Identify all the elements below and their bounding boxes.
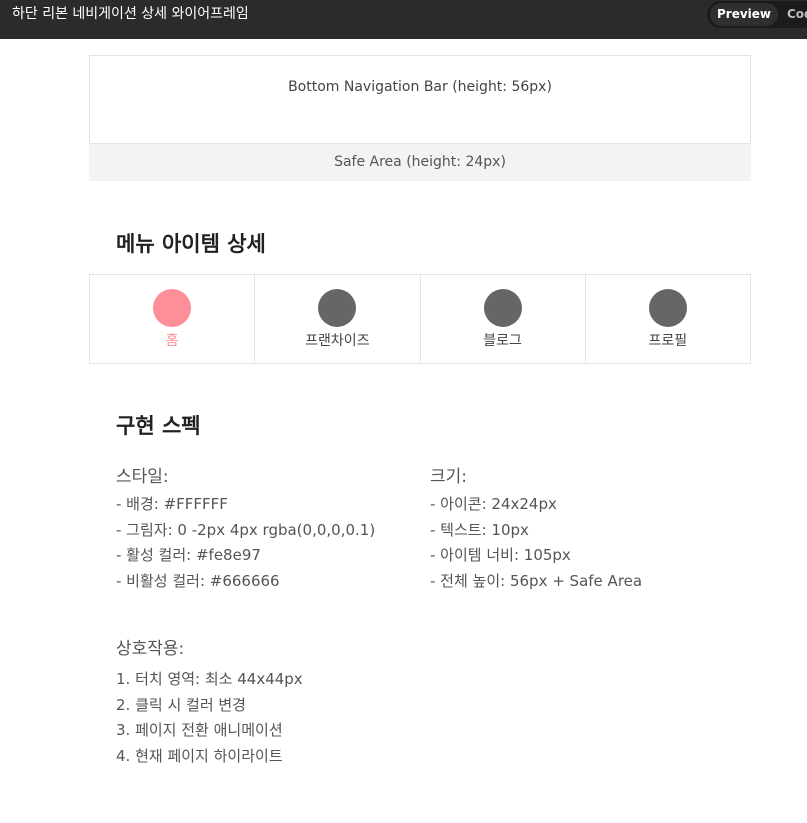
- franchise-icon: [318, 289, 357, 327]
- view-toggle: Preview Code: [707, 1, 807, 28]
- list-item: - 전체 높이: 56px + Safe Area: [430, 571, 643, 590]
- list-item: 4. 현재 페이지 하이라이트: [116, 746, 283, 765]
- spec-section-title: 구현 스펙: [116, 414, 201, 438]
- menu-items-row: 홈 프랜차이즈 블로그 프로필: [89, 274, 751, 364]
- profile-icon: [648, 289, 687, 327]
- window-title: 하단 리본 네비게이션 상세 와이어프레임: [12, 6, 249, 22]
- style-heading: 스타일:: [116, 467, 169, 487]
- style-list: - 배경: #FFFFFF - 그림자: 0 -2px 4px rgba(0,0…: [116, 492, 375, 594]
- list-item: - 활성 컬러: #fe8e97: [116, 546, 261, 564]
- safe-area-wireframe: Safe Area (height: 24px): [89, 144, 751, 181]
- list-item: 3. 페이지 전환 애니메이션: [116, 721, 283, 739]
- interaction-list: 1. 터치 영역: 최소 44x44px 2. 클릭 시 컬러 변경 3. 페이…: [116, 667, 303, 769]
- home-icon: [153, 289, 192, 327]
- interaction-heading: 상호작용:: [116, 639, 185, 659]
- list-item: - 배경: #FFFFFF: [116, 495, 228, 513]
- menu-item-label: 프로필: [648, 333, 688, 349]
- nav-bar-label: Bottom Navigation Bar (height: 56px): [288, 79, 552, 95]
- menu-item-label: 프랜차이즈: [305, 333, 370, 349]
- menu-item-label: 블로그: [483, 333, 522, 349]
- window-titlebar: 하단 리본 네비게이션 상세 와이어프레임 Preview Code: [0, 0, 807, 39]
- bottom-nav-wireframe: Bottom Navigation Bar (height: 56px): [89, 55, 751, 144]
- list-item: - 비활성 컬러: #666666: [116, 571, 280, 590]
- menu-item-home[interactable]: 홈: [90, 275, 256, 363]
- list-item: - 그림자: 0 -2px 4px rgba(0,0,0,0.1): [116, 520, 376, 539]
- menu-item-profile[interactable]: 프로필: [586, 275, 750, 363]
- tab-code[interactable]: Code: [787, 3, 807, 26]
- list-item: 2. 클릭 시 컬러 변경: [116, 695, 246, 714]
- list-item: - 텍스트: 10px: [430, 520, 529, 539]
- tab-preview[interactable]: Preview: [710, 3, 778, 26]
- menu-item-franchise[interactable]: 프랜차이즈: [255, 275, 421, 363]
- size-list: - 아이콘: 24x24px - 텍스트: 10px - 아이템 너비: 105…: [430, 492, 642, 594]
- size-heading: 크기:: [430, 467, 468, 487]
- list-item: - 아이템 너비: 105px: [430, 546, 571, 564]
- menu-item-blog[interactable]: 블로그: [421, 275, 586, 363]
- menu-item-label: 홈: [165, 333, 179, 349]
- menu-section-title: 메뉴 아이템 상세: [116, 232, 266, 256]
- blog-icon: [483, 289, 522, 327]
- list-item: - 아이콘: 24x24px: [430, 495, 557, 513]
- list-item: 1. 터치 영역: 최소 44x44px: [116, 670, 303, 688]
